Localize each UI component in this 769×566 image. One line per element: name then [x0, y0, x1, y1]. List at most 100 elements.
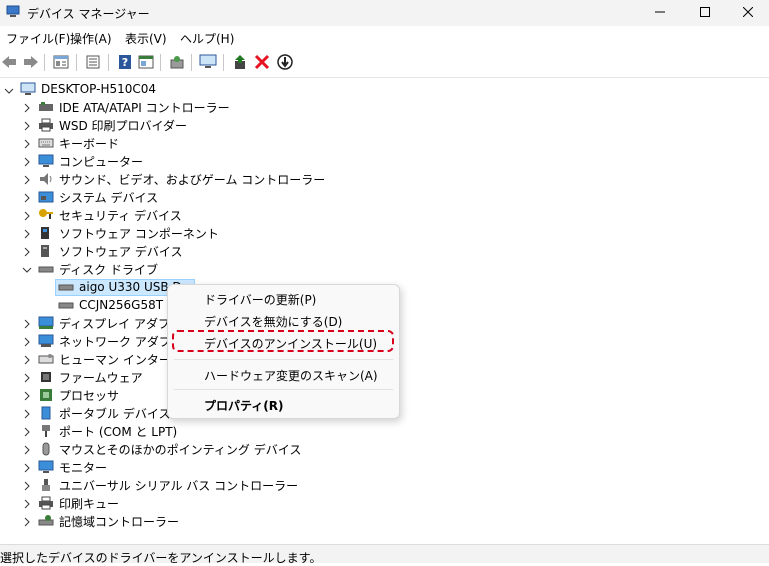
properties-button[interactable]: [52, 53, 70, 71]
tree-item-print-queue[interactable]: 印刷キュー: [38, 494, 119, 512]
help-button[interactable]: ?: [116, 53, 134, 71]
tree-item-label: ソフトウェア コンポーネント: [59, 226, 219, 241]
menu-file[interactable]: ファイル(F): [6, 30, 70, 47]
device-manager-app-icon: [6, 5, 20, 17]
menu-properties[interactable]: プロパティ(R): [204, 397, 284, 414]
tree-item-label: 印刷キュー: [59, 496, 120, 511]
chevron-right-icon[interactable]: [22, 463, 32, 473]
tree-item-label: システム デバイス: [59, 190, 159, 205]
menu-update-driver[interactable]: ドライバーの更新(P): [204, 291, 316, 308]
menu-disable-device[interactable]: デバイスを無効にする(D): [204, 313, 342, 330]
chevron-right-icon[interactable]: [22, 373, 32, 383]
tree-item-mouse[interactable]: マウスとそのほかのポインティング デバイス: [38, 440, 301, 458]
scan-hardware-button[interactable]: [168, 53, 186, 71]
chevron-right-icon[interactable]: [22, 229, 32, 239]
tree-child-aigo[interactable]: aigo U330 USB D: [58, 278, 182, 296]
update-driver-button[interactable]: [231, 53, 249, 71]
tree-item-storage[interactable]: 記憶域コントローラー: [38, 512, 179, 530]
menu-view[interactable]: 表示(V): [125, 30, 167, 47]
tree-root[interactable]: DESKTOP-H510C04: [20, 80, 156, 98]
tree-item-software-device[interactable]: ソフトウェア デバイス: [38, 242, 182, 260]
chevron-right-icon[interactable]: [22, 193, 32, 203]
chevron-right-icon[interactable]: [22, 517, 32, 527]
chevron-right-icon[interactable]: [22, 445, 32, 455]
chevron-right-icon[interactable]: [22, 409, 32, 419]
tree-item-firmware[interactable]: ファームウェア: [38, 368, 143, 386]
close-button[interactable]: [725, 0, 769, 24]
tree-item-keyboard[interactable]: キーボード: [38, 134, 119, 152]
tree-item-ports[interactable]: ポート (COM と LPT): [38, 422, 177, 440]
menu-scan-hardware[interactable]: ハードウェア変更のスキャン(A): [204, 367, 378, 384]
chevron-right-icon[interactable]: [22, 175, 32, 185]
uninstall-highlight-box: [172, 330, 394, 352]
system-device-icon: [38, 191, 54, 203]
monitor-button[interactable]: [199, 53, 217, 71]
tree-item-monitor[interactable]: モニター: [38, 458, 107, 476]
printer-icon: [39, 118, 53, 132]
tree-item-label: キーボード: [59, 136, 120, 151]
toolbar-separator: [108, 54, 109, 71]
chevron-right-icon[interactable]: [22, 499, 32, 509]
chevron-right-icon[interactable]: [22, 427, 32, 437]
uninstall-icon: [254, 54, 270, 70]
tree-item-label: マウスとそのほかのポインティング デバイス: [59, 442, 302, 457]
tree-child-label: CCJN256G58T: [79, 298, 164, 312]
menu-action[interactable]: 操作(A): [70, 30, 112, 47]
tree-item-sound[interactable]: サウンド、ビデオ、およびゲーム コントローラー: [38, 170, 325, 188]
chevron-right-icon[interactable]: [22, 211, 32, 221]
keyboard-icon: [38, 138, 54, 148]
tree-item-portable[interactable]: ポータブル デバイス: [38, 404, 170, 422]
tree-item-label: サウンド、ビデオ、およびゲーム コントローラー: [59, 172, 326, 187]
menu-help[interactable]: ヘルプ(H): [180, 30, 234, 47]
minimize-icon: [655, 11, 665, 13]
computer-icon: [20, 82, 36, 95]
tree-item-software-component[interactable]: ソフトウェア コンポーネント: [38, 224, 219, 242]
monitor-icon: [38, 460, 54, 473]
chevron-right-icon[interactable]: [22, 247, 32, 257]
mouse-icon: [42, 442, 50, 456]
forward-button[interactable]: [22, 53, 40, 71]
tree-item-system[interactable]: システム デバイス: [38, 188, 158, 206]
chevron-right-icon[interactable]: [22, 103, 32, 113]
toolbar: ?: [0, 49, 769, 78]
tree-item-security[interactable]: セキュリティ デバイス: [38, 206, 182, 224]
tree-item-processor[interactable]: プロセッサ: [38, 386, 119, 404]
list-button[interactable]: [84, 53, 102, 71]
menu-separator: [174, 359, 393, 360]
chevron-right-icon[interactable]: [22, 337, 32, 347]
tree-item-label: IDE ATA/ATAPI コントローラー: [59, 100, 230, 115]
tree-item-label: 記憶域コントローラー: [59, 514, 180, 529]
security-key-icon: [39, 209, 53, 219]
back-icon: [2, 56, 16, 68]
chevron-right-icon[interactable]: [22, 355, 32, 365]
minimize-button[interactable]: [637, 0, 683, 24]
tree-item-computer[interactable]: コンピューター: [38, 152, 143, 170]
chevron-right-icon[interactable]: [22, 157, 32, 167]
list-icon: [86, 55, 100, 69]
back-button[interactable]: [0, 53, 18, 71]
maximize-button[interactable]: [682, 0, 728, 24]
chevron-down-icon[interactable]: [4, 86, 14, 96]
help-icon: ?: [119, 55, 131, 69]
tree-child-ccjn[interactable]: CCJN256G58T: [58, 296, 163, 314]
tree-item-usb[interactable]: ユニバーサル シリアル バス コントローラー: [38, 476, 298, 494]
uninstall-button[interactable]: [253, 53, 271, 71]
tree-item-label: ユニバーサル シリアル バス コントローラー: [59, 478, 299, 493]
disable-device-button[interactable]: [276, 53, 294, 71]
chevron-right-icon[interactable]: [22, 391, 32, 401]
tree-item-label: ソフトウェア デバイス: [59, 244, 183, 259]
chevron-right-icon[interactable]: [22, 139, 32, 149]
computer-icon: [38, 154, 54, 167]
tree-item-disk-drives[interactable]: ディスク ドライブ: [38, 260, 158, 278]
chevron-right-icon[interactable]: [22, 319, 32, 329]
toolbar-separator: [191, 54, 192, 71]
maximize-icon: [700, 7, 710, 17]
chevron-down-icon[interactable]: [22, 265, 32, 275]
tree-item-ide[interactable]: IDE ATA/ATAPI コントローラー: [38, 98, 230, 116]
view-button[interactable]: [137, 53, 155, 71]
tree-root-label: DESKTOP-H510C04: [41, 82, 157, 96]
chevron-right-icon[interactable]: [22, 121, 32, 131]
tree-item-wsd[interactable]: WSD 印刷プロバイダー: [38, 116, 187, 134]
chevron-right-icon[interactable]: [22, 481, 32, 491]
storage-controller-icon: [38, 515, 54, 526]
